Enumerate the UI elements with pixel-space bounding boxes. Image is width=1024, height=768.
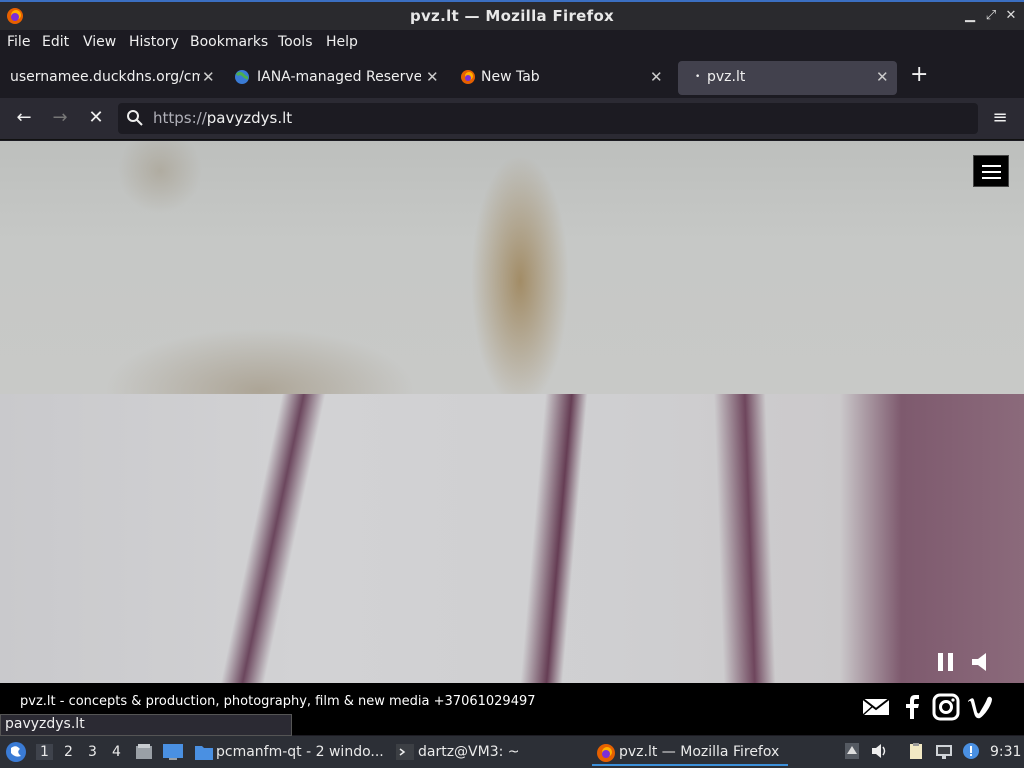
minimize-icon[interactable]: ▁ — [962, 8, 978, 24]
task-pcmanfm[interactable]: pcmanfm-qt - 2 windo... — [192, 740, 388, 766]
url-host: pavyzdys.lt — [206, 109, 293, 127]
close-icon[interactable]: ✕ — [426, 68, 439, 86]
hero-video-bottom — [0, 394, 1024, 683]
url-text[interactable]: https://pavyzdys.lt — [153, 109, 292, 127]
url-bar[interactable]: https://pavyzdys.lt — [118, 103, 978, 134]
terminal-icon — [396, 744, 414, 760]
file-manager-launcher-icon[interactable] — [134, 742, 154, 762]
menu-tools[interactable]: Tools — [278, 34, 313, 50]
network-icon[interactable] — [935, 742, 953, 760]
facebook-icon[interactable] — [898, 693, 926, 721]
window-title: pvz.lt — Mozilla Firefox — [409, 7, 615, 25]
menu-bar: File Edit View History Bookmarks Tools H… — [0, 30, 1024, 56]
instagram-icon[interactable] — [932, 693, 960, 721]
maximize-icon[interactable]: ⤢ — [983, 8, 999, 24]
new-tab-icon[interactable]: + — [910, 62, 928, 87]
menu-edit[interactable]: Edit — [42, 34, 69, 50]
tab-pvz[interactable]: • pvz.lt ✕ — [678, 61, 897, 95]
stop-icon[interactable]: ✕ — [84, 107, 108, 131]
clock: 9:31 — [990, 744, 1022, 760]
menu-view[interactable]: View — [83, 34, 116, 50]
forward-icon[interactable]: → — [48, 107, 72, 131]
folder-icon — [195, 746, 213, 760]
hero-video-top — [0, 141, 1024, 394]
workspace-1[interactable]: 1 — [36, 744, 53, 760]
site-menu-icon[interactable] — [973, 155, 1009, 187]
task-label: pvz.lt — Mozilla Firefox — [619, 744, 780, 760]
tab-title: pvz.lt — [707, 69, 746, 85]
globe-icon — [235, 70, 249, 84]
taskbar: 1 2 3 4 pcmanfm-qt - 2 windo... dartz@VM… — [0, 736, 1024, 768]
tab-title: IANA-managed Reserved — [257, 69, 421, 85]
url-scheme: https:// — [153, 109, 207, 127]
tab-title: usernamee.duckdns.org/cm — [10, 69, 200, 85]
task-label: pcmanfm-qt - 2 windo... — [216, 744, 384, 760]
task-terminal[interactable]: dartz@VM3: ~ — [394, 740, 590, 766]
menu-bookmarks[interactable]: Bookmarks — [190, 34, 268, 50]
tab-title: New Tab — [481, 69, 540, 85]
tab-duckdns[interactable]: usernamee.duckdns.org/cm ✕ — [4, 61, 222, 95]
menu-history[interactable]: History — [129, 34, 179, 50]
tab-iana[interactable]: IANA-managed Reserved ✕ — [228, 61, 446, 95]
tab-strip: usernamee.duckdns.org/cm ✕ IANA-managed … — [0, 56, 1024, 98]
menu-file[interactable]: File — [7, 34, 30, 50]
task-firefox[interactable]: pvz.lt — Mozilla Firefox — [592, 740, 788, 766]
tray-up-arrow-icon[interactable] — [843, 742, 861, 760]
firefox-logo-icon — [461, 70, 475, 84]
close-window-icon[interactable]: ✕ — [1003, 8, 1019, 24]
pause-icon[interactable] — [936, 651, 956, 679]
loading-dot-icon: • — [695, 72, 701, 82]
mail-icon[interactable] — [862, 693, 890, 721]
footer-tagline: pvz.lt - concepts & production, photogra… — [20, 694, 536, 709]
page-content: pvz.lt - concepts & production, photogra… — [0, 141, 1024, 735]
desktop-launcher-icon[interactable] — [162, 742, 184, 762]
workspace-3[interactable]: 3 — [88, 744, 97, 760]
close-icon[interactable]: ✕ — [650, 68, 663, 86]
start-menu-icon[interactable] — [5, 741, 27, 763]
navigation-bar: ← → ✕ https://pavyzdys.lt ≡ — [0, 98, 1024, 140]
close-icon[interactable]: ✕ — [202, 68, 215, 86]
link-status-panel: pavyzdys.lt — [0, 714, 292, 736]
search-icon — [127, 110, 143, 126]
workspace-4[interactable]: 4 — [112, 744, 121, 760]
app-menu-icon[interactable]: ≡ — [988, 107, 1012, 131]
notification-icon[interactable] — [962, 742, 980, 760]
workspace-2[interactable]: 2 — [64, 744, 73, 760]
back-icon[interactable]: ← — [12, 107, 36, 131]
firefox-logo-icon — [597, 744, 615, 762]
task-label: dartz@VM3: ~ — [418, 744, 520, 760]
menu-help[interactable]: Help — [326, 34, 358, 50]
close-icon[interactable]: ✕ — [876, 68, 889, 86]
clipboard-icon[interactable] — [907, 742, 925, 760]
vimeo-icon[interactable] — [966, 693, 994, 721]
volume-icon[interactable] — [970, 651, 992, 679]
tab-new-tab[interactable]: New Tab ✕ — [452, 61, 670, 95]
window-titlebar: pvz.lt — Mozilla Firefox ▁ ⤢ ✕ — [0, 0, 1024, 30]
volume-icon[interactable] — [871, 742, 889, 760]
status-text: pavyzdys.lt — [5, 716, 85, 732]
